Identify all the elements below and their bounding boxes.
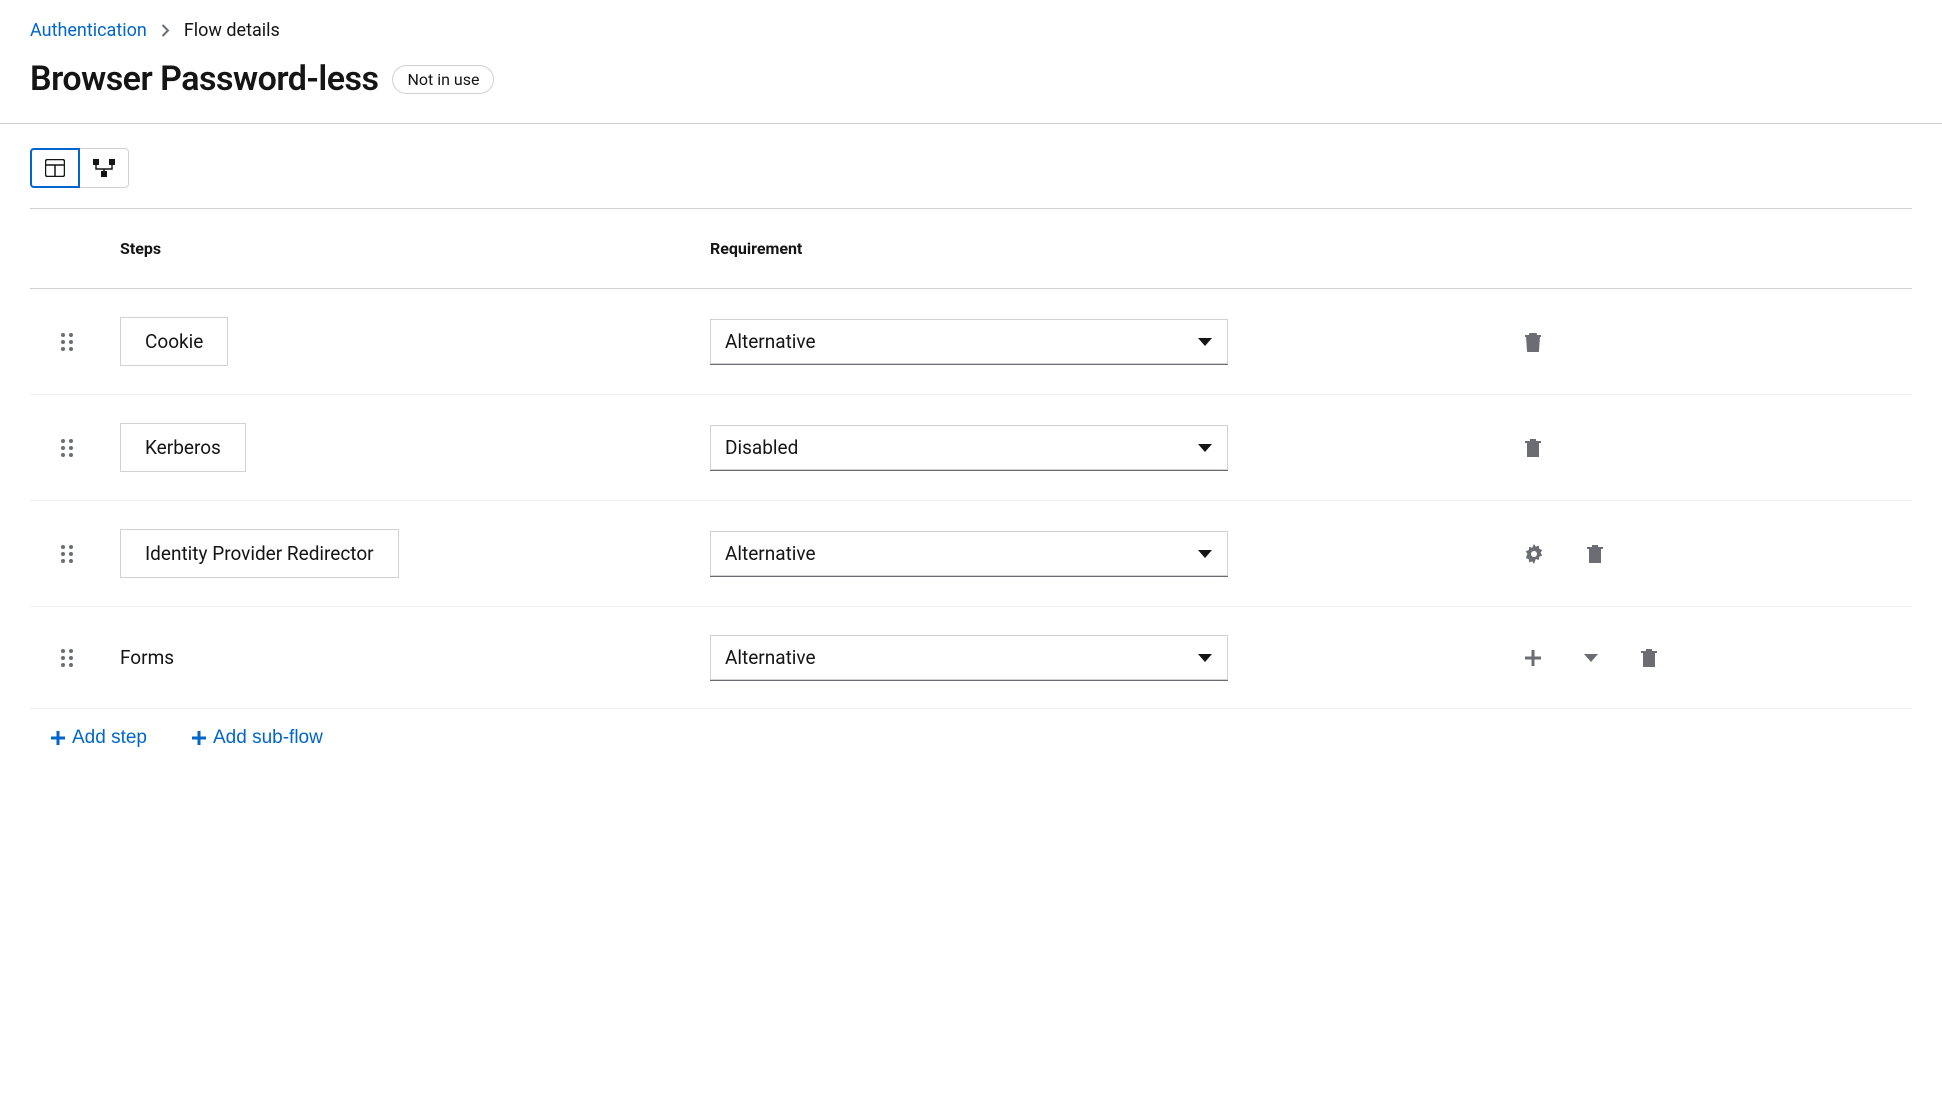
caret-down-icon <box>1584 654 1598 662</box>
settings-button[interactable] <box>1520 540 1548 568</box>
requirement-select[interactable]: Disabled <box>710 425 1228 470</box>
requirement-select[interactable]: Alternative <box>710 635 1228 680</box>
chevron-right-icon <box>161 24 170 37</box>
delete-button[interactable] <box>1582 540 1608 568</box>
column-steps: Steps <box>120 239 710 258</box>
view-diagram-button[interactable] <box>79 148 129 188</box>
view-toggle <box>30 148 129 188</box>
plus-icon <box>1524 649 1542 667</box>
add-step-label: Add step <box>72 727 147 749</box>
add-step-button[interactable]: Add step <box>50 727 147 749</box>
table-row: Identity Provider Redirector Alternative <box>30 501 1912 607</box>
delete-button[interactable] <box>1520 434 1546 462</box>
plus-icon <box>191 730 207 746</box>
caret-down-icon <box>1198 338 1212 346</box>
trash-icon <box>1524 332 1542 352</box>
add-button[interactable] <box>1520 645 1546 671</box>
table-icon <box>45 159 65 177</box>
dropdown-button[interactable] <box>1580 650 1602 666</box>
view-table-button[interactable] <box>30 148 80 188</box>
add-subflow-label: Add sub-flow <box>213 727 323 749</box>
delete-button[interactable] <box>1636 644 1662 672</box>
caret-down-icon <box>1198 444 1212 452</box>
requirement-value: Alternative <box>710 635 1228 680</box>
caret-down-icon <box>1198 550 1212 558</box>
breadcrumb: Authentication Flow details <box>30 20 1912 41</box>
plus-icon <box>50 730 66 746</box>
requirement-select[interactable]: Alternative <box>710 319 1228 364</box>
table-row: Cookie Alternative <box>30 289 1912 395</box>
caret-down-icon <box>1198 654 1212 662</box>
status-badge: Not in use <box>392 65 494 94</box>
drag-handle-icon[interactable] <box>60 438 120 458</box>
table-row: Kerberos Disabled <box>30 395 1912 501</box>
table-header: Steps Requirement <box>30 209 1912 289</box>
gear-icon <box>1524 544 1544 564</box>
step-label: Forms <box>120 646 174 669</box>
requirement-value: Alternative <box>710 531 1228 576</box>
trash-icon <box>1586 544 1604 564</box>
add-subflow-button[interactable]: Add sub-flow <box>191 727 323 749</box>
requirement-value: Alternative <box>710 319 1228 364</box>
drag-handle-icon[interactable] <box>60 544 120 564</box>
step-label: Kerberos <box>120 423 246 472</box>
delete-button[interactable] <box>1520 328 1546 356</box>
diagram-icon <box>93 159 115 177</box>
step-label: Identity Provider Redirector <box>120 529 399 578</box>
requirement-select[interactable]: Alternative <box>710 531 1228 576</box>
table-row: Forms Alternative <box>30 607 1912 709</box>
trash-icon <box>1524 438 1542 458</box>
breadcrumb-parent-link[interactable]: Authentication <box>30 20 147 41</box>
page-title: Browser Password-less <box>30 59 378 99</box>
trash-icon <box>1640 648 1658 668</box>
requirement-value: Disabled <box>710 425 1228 470</box>
drag-handle-icon[interactable] <box>60 332 120 352</box>
step-label: Cookie <box>120 317 228 366</box>
breadcrumb-current: Flow details <box>184 20 280 41</box>
drag-handle-icon[interactable] <box>60 648 120 668</box>
column-requirement: Requirement <box>710 239 1470 258</box>
